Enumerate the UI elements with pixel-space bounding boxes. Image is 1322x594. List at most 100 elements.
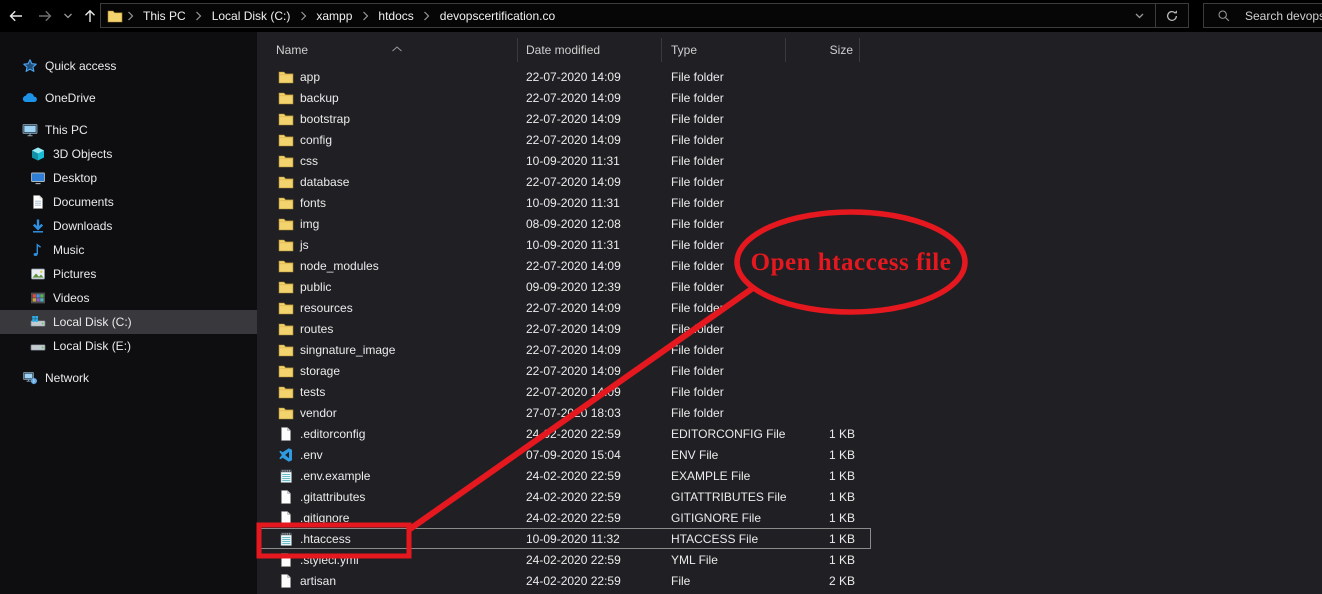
file-name: .env (300, 448, 323, 462)
sidebar-item-network[interactable]: Network (0, 366, 257, 390)
sidebar-item-onedrive[interactable]: OneDrive (0, 86, 257, 110)
file-row-database[interactable]: database22-07-2020 14:09File folder (257, 171, 871, 192)
file-row-vendor[interactable]: vendor27-07-2020 18:03File folder (257, 402, 871, 423)
breadcrumb: This PC Local Disk (C:) xampp htdocs devopsc… (123, 4, 561, 27)
file-row-bootstrap[interactable]: bootstrap 22-07-2020 14:09File folder (257, 108, 871, 129)
file-row-gitattributes[interactable]: .gitattributes24-02-2020 22:59GITATTRIBU… (257, 486, 871, 507)
breadcrumb-item-xampp[interactable]: xampp (310, 9, 358, 23)
column-header-size[interactable]: Size (786, 38, 860, 62)
file-name: bootstrap (300, 112, 350, 126)
forward-button[interactable] (33, 4, 57, 28)
folder-icon (278, 342, 294, 358)
file-name-cell: .styleci.yml (257, 552, 518, 568)
file-row-htaccess[interactable]: .htaccess10-09-2020 11:32HTACCESS File1 … (257, 528, 871, 549)
file-row-fonts[interactable]: fonts10-09-2020 11:31File folder (257, 192, 871, 213)
up-button[interactable] (78, 4, 102, 28)
file-row-routes[interactable]: routes22-07-2020 14:09File folder (257, 318, 871, 339)
file-row-resources[interactable]: resources22-07-2020 14:09File folder (257, 297, 871, 318)
sidebar-item-desktop[interactable]: Desktop (0, 166, 257, 190)
sidebar-item-quick-access[interactable]: Quick access (0, 54, 257, 78)
search-box[interactable] (1203, 3, 1322, 28)
sidebar-item-label: 3D Objects (53, 147, 112, 161)
file-date-modified: 24-02-2020 22:59 (518, 490, 662, 504)
folder-icon (278, 174, 294, 190)
sidebar-item-downloads[interactable]: Downloads (0, 214, 257, 238)
address-dropdown-button[interactable] (1123, 4, 1155, 27)
file-row-gitignore[interactable]: .gitignore24-02-2020 22:59GITIGNORE File… (257, 507, 871, 528)
column-header-date-modified[interactable]: Date modified (518, 38, 662, 62)
file-type: File folder (662, 217, 786, 231)
breadcrumb-item-this-pc[interactable]: This PC (137, 9, 192, 23)
file-row-env[interactable]: .env07-09-2020 15:04ENV File1 KB (257, 444, 871, 465)
file-date-modified: 10-09-2020 11:31 (518, 154, 662, 168)
file-date-modified: 08-09-2020 12:08 (518, 217, 662, 231)
file-name-cell: backup (257, 90, 518, 106)
sidebar-item-pictures[interactable]: Pictures (0, 262, 257, 286)
file-row-singnature-image[interactable]: singnature_image22-07-2020 14:09File fol… (257, 339, 871, 360)
sidebar-item-videos[interactable]: Videos (0, 286, 257, 310)
file-row-node-modules[interactable]: node_modules22-07-2020 14:09File folder (257, 255, 871, 276)
file-date-modified: 09-09-2020 12:39 (518, 280, 662, 294)
file-row-artisan[interactable]: artisan24-02-2020 22:59File2 KB (257, 570, 871, 591)
file-name-cell: vendor (257, 405, 518, 421)
sidebar-item-label: This PC (45, 123, 88, 137)
folder-icon (278, 384, 294, 400)
file-type: HTACCESS File (662, 532, 786, 546)
file-row-config[interactable]: config22-07-2020 14:09File folder (257, 129, 871, 150)
file-size: 1 KB (786, 532, 860, 546)
file-date-modified: 24-02-2020 22:59 (518, 469, 662, 483)
file-date-modified: 22-07-2020 14:09 (518, 112, 662, 126)
folder-icon (278, 363, 294, 379)
file-row-tests[interactable]: tests22-07-2020 14:09File folder (257, 381, 871, 402)
sidebar-item-local-disk-c[interactable]: Local Disk (C:) (0, 310, 257, 334)
file-name: .env.example (300, 469, 370, 483)
sidebar-item-documents[interactable]: Documents (0, 190, 257, 214)
file-row-editorconfig[interactable]: .editorconfig24-02-2020 22:59EDITORCONFI… (257, 423, 871, 444)
file-type: EXAMPLE File (662, 469, 786, 483)
file-type: GITIGNORE File (662, 511, 786, 525)
drive-icon (30, 338, 46, 354)
folder-icon (278, 153, 294, 169)
file-row-styleci-yml[interactable]: .styleci.yml24-02-2020 22:59YML File1 KB (257, 549, 871, 570)
file-type: File folder (662, 196, 786, 210)
file-row-css[interactable]: css10-09-2020 11:31File folder (257, 150, 871, 171)
back-button[interactable] (4, 4, 28, 28)
file-row-env-example[interactable]: .env.example 24-02-2020 22:59EXAMPLE File… (257, 465, 871, 486)
sidebar-item-this-pc[interactable]: This PC (0, 118, 257, 142)
file-type: File folder (662, 112, 786, 126)
breadcrumb-item-local-disk-c[interactable]: Local Disk (C:) (206, 9, 297, 23)
sidebar-item-label: Network (45, 371, 89, 385)
file-name-cell: resources (257, 300, 518, 316)
sidebar-item-3d-objects[interactable]: 3D Objects (0, 142, 257, 166)
navigation-pane: Quick access OneDrive This PC 3D Objects Des… (0, 32, 257, 594)
breadcrumb-item-htdocs[interactable]: htdocs (372, 9, 419, 23)
breadcrumb-chevron-icon (420, 10, 434, 22)
search-input[interactable] (1243, 8, 1322, 24)
file-row-js[interactable]: js10-09-2020 11:31File folder (257, 234, 871, 255)
recent-locations-button[interactable] (60, 4, 76, 28)
file-date-modified: 22-07-2020 14:09 (518, 133, 662, 147)
sidebar-item-local-disk-e[interactable]: Local Disk (E:) (0, 334, 257, 358)
refresh-icon (1165, 9, 1179, 23)
sidebar-item-music[interactable]: Music (0, 238, 257, 262)
file-row-backup[interactable]: backup22-07-2020 14:09File folder (257, 87, 871, 108)
address-bar[interactable]: This PC Local Disk (C:) xampp htdocs devopsc… (100, 3, 1189, 28)
file-name: .styleci.yml (300, 553, 359, 567)
file-name: vendor (300, 406, 337, 420)
file-name: .gitignore (300, 511, 349, 525)
file-type: File (662, 574, 786, 588)
file-name: .gitattributes (300, 490, 365, 504)
refresh-button[interactable] (1156, 4, 1188, 27)
file-row-public[interactable]: public09-09-2020 12:39File folder (257, 276, 871, 297)
file-row-app[interactable]: app22-07-2020 14:09File folder (257, 66, 871, 87)
folder-icon (278, 216, 294, 232)
column-headers: Name Date modified Type Size (257, 36, 1322, 64)
column-header-name[interactable]: Name (257, 38, 518, 62)
file-type: EDITORCONFIG File (662, 427, 786, 441)
column-header-type[interactable]: Type (662, 38, 786, 62)
file-row-img[interactable]: img08-09-2020 12:08File folder (257, 213, 871, 234)
file-row-storage[interactable]: storage22-07-2020 14:09File folder (257, 360, 871, 381)
sidebar-item-label: Videos (53, 291, 89, 305)
file-date-modified: 10-09-2020 11:31 (518, 196, 662, 210)
breadcrumb-item-devopscertification-co[interactable]: devopscertification.co (434, 9, 561, 23)
